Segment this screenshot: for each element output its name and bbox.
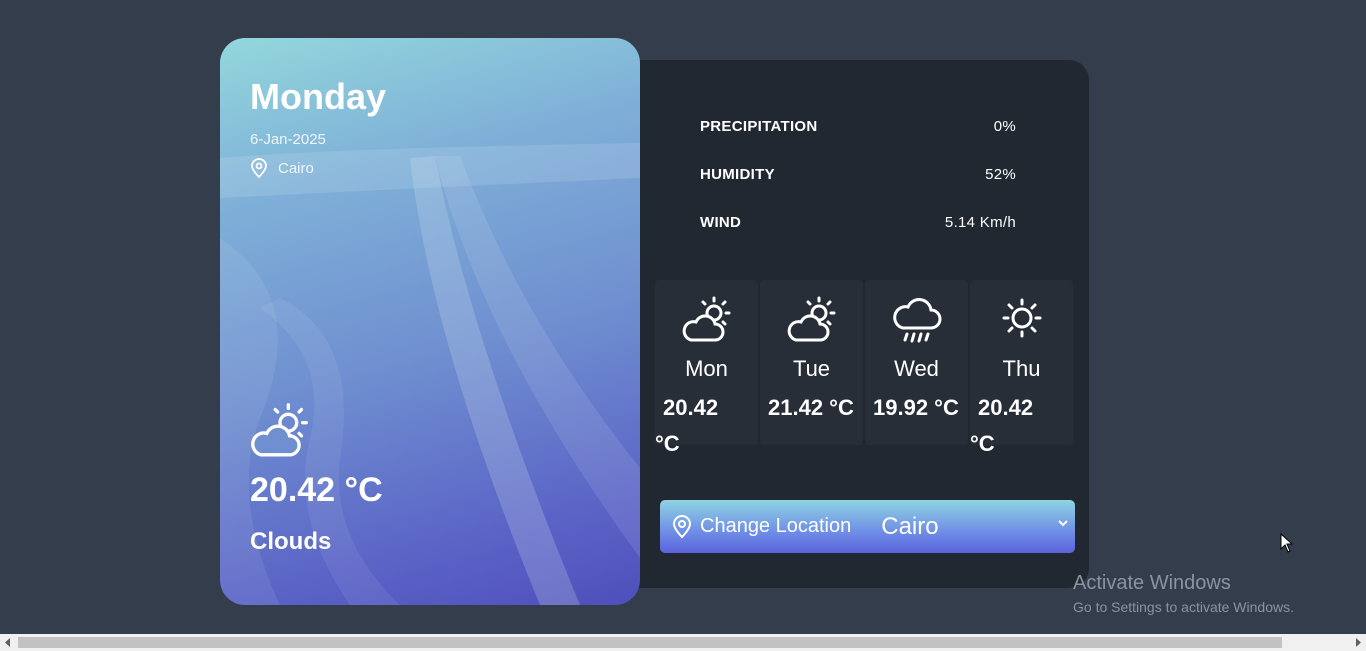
scroll-left-icon[interactable] <box>4 638 12 647</box>
stat-value: 5.14 Km/h <box>944 213 1016 231</box>
forecast-day: Wed <box>894 356 939 381</box>
rain-icon <box>893 298 942 343</box>
current-temperature: 20.42 °C <box>250 471 383 509</box>
scrollbar-thumb[interactable] <box>18 637 1282 648</box>
partly-cloudy-icon <box>251 403 308 457</box>
stat-value: 0% <box>993 117 1016 135</box>
forecast-card-wed[interactable]: Wed 19.92 °C <box>865 280 968 445</box>
forecast-card-mon[interactable]: Mon 20.42 °C <box>655 280 758 456</box>
scroll-right-icon[interactable] <box>1354 638 1362 647</box>
current-weather-card: Monday 6-Jan-2025 Cairo 20.42 °C Clouds <box>220 38 640 605</box>
current-condition: Clouds <box>250 528 332 555</box>
forecast-day: Mon <box>685 356 728 381</box>
map-pin-icon <box>672 514 692 538</box>
forecast-temp: 19.92 °C <box>873 395 959 420</box>
forecast-temp-value: 20.42 <box>978 395 1034 420</box>
forecast-temp-value: 20.42 <box>663 395 719 420</box>
activate-windows-watermark: Activate Windows Go to Settings to activ… <box>1073 572 1294 615</box>
forecast-day: Thu <box>1002 356 1041 381</box>
beach-background-image <box>220 143 640 605</box>
mouse-cursor-icon <box>1280 533 1294 553</box>
forecast-temp: 20.42 °C <box>655 390 745 462</box>
weather-app: PRECIPITATION 0% HUMIDITY 52% WIND 5.14 … <box>0 0 1366 651</box>
sun-icon <box>1002 298 1042 338</box>
horizontal-scrollbar[interactable] <box>0 634 1366 651</box>
stat-wind: WIND 5.14 Km/h <box>700 198 1016 246</box>
selected-location: Cairo <box>881 512 939 540</box>
forecast-temp-unit: °C <box>655 431 680 456</box>
weather-stats: PRECIPITATION 0% HUMIDITY 52% WIND 5.14 … <box>700 102 1016 246</box>
forecast-temp: 21.42 °C <box>768 395 854 420</box>
forecast-card-thu[interactable]: Thu 20.42 °C <box>970 280 1073 456</box>
stat-precipitation: PRECIPITATION 0% <box>700 102 1016 150</box>
forecast-temp: 20.42 °C <box>970 390 1060 462</box>
stat-humidity: HUMIDITY 52% <box>700 150 1016 198</box>
watermark-title: Activate Windows <box>1073 572 1231 594</box>
watermark-subtitle: Go to Settings to activate Windows. <box>1073 599 1294 615</box>
forecast-day: Tue <box>792 356 831 381</box>
stat-label: WIND <box>700 213 742 231</box>
chevron-down-icon[interactable] <box>1057 518 1069 528</box>
stat-label: PRECIPITATION <box>700 117 818 135</box>
current-location-name: Cairo <box>278 159 314 177</box>
forecast-temp-unit: °C <box>970 431 995 456</box>
forecast-card-tue[interactable]: Tue 21.42 °C <box>760 280 863 445</box>
stat-value: 52% <box>985 165 1016 183</box>
weather-details-panel: PRECIPITATION 0% HUMIDITY 52% WIND 5.14 … <box>600 60 1089 588</box>
partly-cloudy-icon <box>787 296 836 342</box>
change-location-label: Change Location <box>700 515 852 537</box>
current-date: 6-Jan-2025 <box>250 131 326 148</box>
stat-label: HUMIDITY <box>700 165 775 183</box>
partly-cloudy-icon <box>682 296 731 342</box>
map-pin-icon <box>251 158 267 178</box>
forecast-row: Mon 20.42 °C Tue 21.42 °C Wed 19.92 °C T… <box>655 280 1073 456</box>
current-location: Cairo <box>250 158 314 178</box>
current-day: Monday <box>250 76 387 117</box>
change-location-select[interactable]: Change Location Cairo <box>660 500 1075 553</box>
